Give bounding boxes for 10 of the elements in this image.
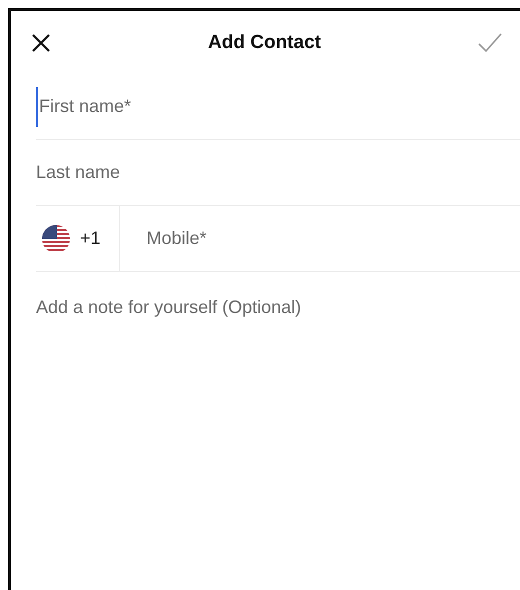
note-field[interactable]: Add a note for yourself (Optional) [36, 297, 520, 590]
screen-title: Add Contact [208, 32, 321, 54]
close-button[interactable] [31, 32, 51, 52]
name-field[interactable]: First name* [36, 86, 520, 126]
close-icon [31, 32, 51, 52]
name-field[interactable]: Last name [36, 152, 520, 192]
country-code-button[interactable]: +1 [36, 206, 120, 271]
check-icon [478, 32, 502, 52]
flag-icon [42, 224, 70, 252]
phone-field[interactable]: Mobile* [120, 218, 520, 258]
